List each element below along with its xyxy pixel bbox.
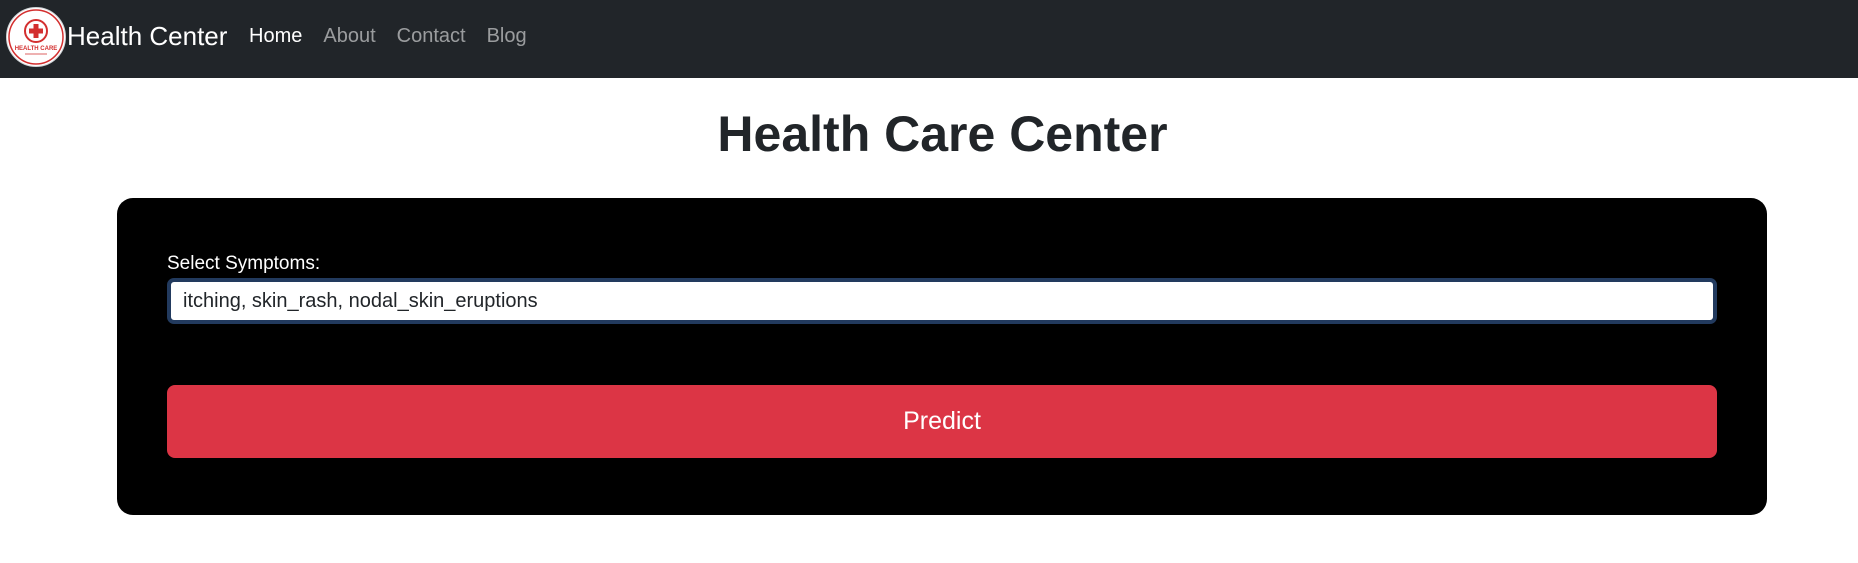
predict-button[interactable]: Predict <box>167 385 1717 458</box>
nav-link-contact[interactable]: Contact <box>397 25 466 48</box>
nav-link-about[interactable]: About <box>323 25 375 48</box>
nav-link-blog[interactable]: Blog <box>487 25 527 48</box>
symptom-form-panel: Select Symptoms: Predict <box>117 198 1767 515</box>
symptoms-label: Select Symptoms: <box>167 253 321 274</box>
navbar-brand[interactable]: Health Center <box>67 21 227 52</box>
nav-links: Home About Contact Blog <box>249 25 527 48</box>
health-care-logo[interactable]: HEALTH CARE <box>6 7 66 67</box>
navbar: HEALTH CARE Health Center Home About Con… <box>0 0 1858 78</box>
logo-text: HEALTH CARE <box>15 46 58 52</box>
logo-emblem-icon: HEALTH CARE <box>8 9 64 65</box>
symptoms-input[interactable] <box>167 278 1717 324</box>
nav-link-home[interactable]: Home <box>249 25 302 48</box>
page-title: Health Care Center <box>717 106 1168 162</box>
